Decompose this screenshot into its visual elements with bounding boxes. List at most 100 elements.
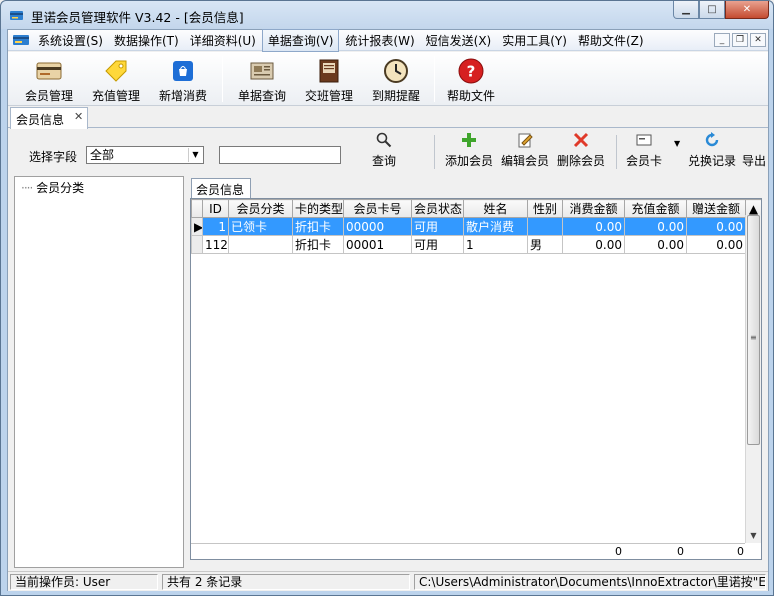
title-bar[interactable]: 里诺会员管理软件 V3.42 - [会员信息] ▁ □ ✕ xyxy=(1,1,773,29)
category-tree[interactable]: ···· 会员分类 xyxy=(14,176,184,568)
expiry-reminder-label: 到期提醒 xyxy=(371,89,420,103)
export-button[interactable]: 导出 xyxy=(742,131,766,173)
inner-tab-label: 会员信息 xyxy=(196,183,245,197)
menu-help[interactable]: 帮助文件(Z) xyxy=(573,30,649,51)
cell-card-no[interactable]: 00001 xyxy=(343,235,412,254)
col-header-category[interactable]: 会员分类 xyxy=(228,199,293,218)
new-consumption-button[interactable]: 新增消费 xyxy=(150,54,216,104)
mdi-close-button[interactable]: ✕ xyxy=(750,33,766,47)
cell-category[interactable] xyxy=(228,235,293,254)
card-dropdown-icon[interactable]: ▼ xyxy=(674,139,680,148)
tab-close-icon[interactable]: ✕ xyxy=(74,110,83,123)
cell-category[interactable]: 已领卡 xyxy=(228,217,293,236)
col-header-gift[interactable]: 赠送金额 xyxy=(686,199,746,218)
redeem-record-button[interactable]: 兑换记录 xyxy=(686,131,738,173)
col-header-id[interactable]: ID xyxy=(202,199,229,218)
member-card-icon xyxy=(36,62,62,80)
menu-reports[interactable]: 统计报表(W) xyxy=(340,30,419,51)
mdi-restore-button[interactable]: ❐ xyxy=(732,33,748,47)
vertical-scrollbar[interactable]: ≡ ▼ xyxy=(745,215,761,543)
cell-gift[interactable]: 0.00 xyxy=(686,217,746,236)
menu-system-settings[interactable]: 系统设置(S) xyxy=(33,30,108,51)
cell-recharge[interactable]: 0.00 xyxy=(624,217,687,236)
member-grid[interactable]: ID 会员分类 卡的类型 会员卡号 会员状态 姓名 性别 消费金额 充值金额 赠… xyxy=(190,198,762,560)
query-separator xyxy=(616,135,617,169)
close-icon: ✕ xyxy=(742,4,752,15)
menu-tools[interactable]: 实用工具(Y) xyxy=(497,30,572,51)
mdi-child-icon[interactable] xyxy=(11,32,33,48)
cell-gender[interactable] xyxy=(527,217,563,236)
header-indicator xyxy=(191,199,203,218)
tab-member-info-grid[interactable]: 会员信息 xyxy=(191,178,251,198)
table-row[interactable]: ▶ 1 已领卡 折扣卡 00000 可用 散户消费 0.00 0.00 0.00 xyxy=(191,217,761,236)
receipt-query-button[interactable]: 单据查询 xyxy=(229,54,295,104)
delete-member-button[interactable]: 删除会员 xyxy=(556,131,606,173)
cell-name[interactable]: 1 xyxy=(463,235,528,254)
search-button[interactable]: 查询 xyxy=(366,131,402,173)
cell-id[interactable]: 112 xyxy=(202,235,229,254)
document-tab-strip: 会员信息 ✕ xyxy=(8,107,768,129)
minimize-icon: ▁ xyxy=(682,4,690,15)
table-row[interactable]: 112 折扣卡 00001 可用 1 男 0.00 0.00 0.00 xyxy=(191,235,761,254)
col-header-card-no[interactable]: 会员卡号 xyxy=(343,199,412,218)
shift-management-button[interactable]: 交班管理 xyxy=(296,54,362,104)
cell-gift[interactable]: 0.00 xyxy=(686,235,746,254)
cell-card-type[interactable]: 折扣卡 xyxy=(292,217,344,236)
menu-sms[interactable]: 短信发送(X) xyxy=(421,30,497,51)
add-member-button[interactable]: 添加会员 xyxy=(444,131,494,173)
add-member-label: 添加会员 xyxy=(444,154,493,168)
tab-member-info-label: 会员信息 xyxy=(16,113,65,127)
member-card-button[interactable]: 会员卡 xyxy=(622,131,666,173)
cell-consume[interactable]: 0.00 xyxy=(562,235,625,254)
member-management-button[interactable]: 会员管理 xyxy=(16,54,82,104)
tree-item-member-category[interactable]: ···· 会员分类 xyxy=(21,179,84,196)
scroll-down-icon[interactable]: ▼ xyxy=(746,529,761,543)
alarm-clock-icon xyxy=(384,59,408,83)
col-header-consume[interactable]: 消费金额 xyxy=(562,199,625,218)
maximize-icon: □ xyxy=(707,4,717,15)
recharge-management-label: 充值管理 xyxy=(91,89,140,103)
maximize-button[interactable]: □ xyxy=(699,1,725,19)
menu-receipt-query[interactable]: 单据查询(V) xyxy=(261,28,340,52)
field-label: 选择字段 xyxy=(29,150,78,164)
delete-member-label: 删除会员 xyxy=(556,154,605,168)
total-recharge: 0 xyxy=(677,545,684,558)
search-input[interactable] xyxy=(219,146,341,164)
cell-consume[interactable]: 0.00 xyxy=(562,217,625,236)
col-header-card-type[interactable]: 卡的类型 xyxy=(292,199,344,218)
minimize-button[interactable]: ▁ xyxy=(673,1,699,19)
chevron-down-icon[interactable]: ▼ xyxy=(188,148,202,162)
edit-member-button[interactable]: 编辑会员 xyxy=(500,131,550,173)
cell-name[interactable]: 散户消费 xyxy=(463,217,528,236)
svg-text:?: ? xyxy=(467,63,476,81)
col-header-recharge[interactable]: 充值金额 xyxy=(624,199,687,218)
vertical-scroll-thumb[interactable] xyxy=(747,215,760,445)
menu-data-operations[interactable]: 数据操作(T) xyxy=(109,30,184,51)
expiry-reminder-button[interactable]: 到期提醒 xyxy=(363,54,429,104)
col-header-gender[interactable]: 性别 xyxy=(527,199,563,218)
edit-icon xyxy=(518,133,533,148)
export-label: 导出 xyxy=(742,154,766,168)
menu-details[interactable]: 详细资料(U) xyxy=(185,30,261,51)
cell-card-type[interactable]: 折扣卡 xyxy=(292,235,344,254)
recharge-management-button[interactable]: 充值管理 xyxy=(83,54,149,104)
col-header-status[interactable]: 会员状态 xyxy=(411,199,464,218)
horizontal-scrollbar[interactable]: ◀ ||| ▶ xyxy=(191,559,745,560)
help-file-button[interactable]: ? 帮助文件 xyxy=(438,54,504,104)
cell-status[interactable]: 可用 xyxy=(411,217,464,236)
col-header-name[interactable]: 姓名 xyxy=(463,199,528,218)
mdi-minimize-button[interactable]: _ xyxy=(714,33,730,47)
query-bar: 选择字段 全部 ▼ 查询 添加会员 编辑会员 删除会员 会员卡 ▼ 兑换记录 导… xyxy=(8,129,768,175)
edit-member-label: 编辑会员 xyxy=(500,154,549,168)
cell-status[interactable]: 可用 xyxy=(411,235,464,254)
cell-id[interactable]: 1 xyxy=(202,217,229,236)
cell-recharge[interactable]: 0.00 xyxy=(624,235,687,254)
total-gift: 0 xyxy=(737,545,744,558)
field-select[interactable]: 全部 ▼ xyxy=(86,146,204,164)
cell-gender[interactable]: 男 xyxy=(527,235,563,254)
tree-connector: ···· xyxy=(21,181,33,195)
close-button[interactable]: ✕ xyxy=(725,1,769,19)
app-window: 里诺会员管理软件 V3.42 - [会员信息] ▁ □ ✕ 系统设置(S) 数据… xyxy=(0,0,774,596)
tab-member-info[interactable]: 会员信息 ✕ xyxy=(10,107,88,129)
cell-card-no[interactable]: 00000 xyxy=(343,217,412,236)
